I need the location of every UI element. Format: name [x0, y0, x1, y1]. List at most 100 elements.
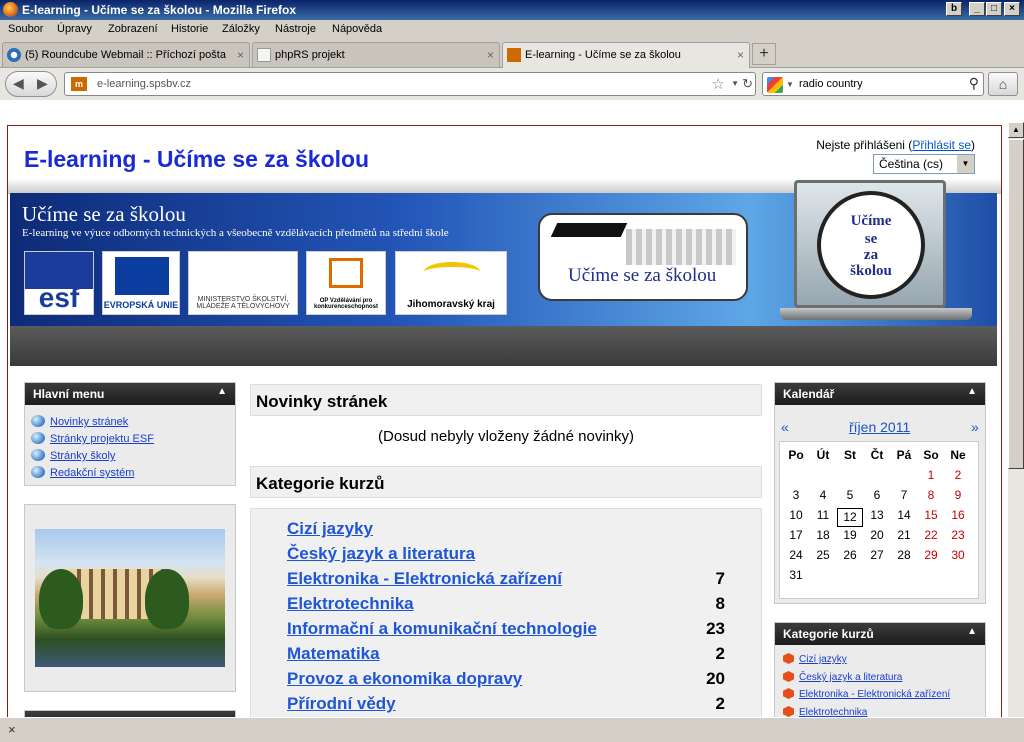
calendar-day[interactable]: 23: [945, 528, 971, 542]
side-category-item[interactable]: Elektronika - Elektronická zařízení: [783, 688, 950, 700]
calendar-day[interactable]: 21: [891, 528, 917, 542]
calendar-day[interactable]: 19: [837, 528, 863, 542]
minimize-button[interactable]: _: [969, 2, 985, 16]
calendar-day[interactable]: 26: [837, 548, 863, 562]
category-link[interactable]: Provoz a ekonomika dopravy: [287, 669, 522, 688]
engine-dropdown-icon[interactable]: ▼: [786, 80, 794, 89]
site-identity-icon[interactable]: m: [71, 77, 87, 91]
language-select[interactable]: Čeština (cs) ▼: [873, 154, 975, 174]
side-category-item[interactable]: Elektrotechnika: [783, 706, 867, 717]
forward-arrow-icon[interactable]: ▶: [37, 75, 48, 92]
close-tab-icon[interactable]: ×: [737, 48, 744, 62]
search-input[interactable]: radio country: [799, 78, 863, 90]
calendar-day[interactable]: 25: [810, 548, 836, 562]
chevron-down-icon[interactable]: ▼: [957, 155, 974, 173]
vertical-scrollbar[interactable]: ▲: [1008, 122, 1024, 717]
category-link[interactable]: Matematika: [287, 644, 380, 663]
close-button[interactable]: ×: [1004, 2, 1020, 16]
reload-icon[interactable]: ↻: [742, 76, 753, 92]
menu-view[interactable]: Zobrazení: [108, 23, 158, 35]
calendar-day[interactable]: 13: [864, 508, 890, 522]
calendar-day[interactable]: 16: [945, 508, 971, 522]
calendar-month-link[interactable]: říjen 2011: [849, 419, 910, 435]
calendar-day[interactable]: 30: [945, 548, 971, 562]
calendar-day[interactable]: 8: [918, 488, 944, 502]
scroll-up-icon[interactable]: ▲: [1008, 122, 1024, 138]
calendar-day[interactable]: 3: [783, 488, 809, 502]
calendar-day[interactable]: 31: [783, 568, 809, 582]
side-category-item[interactable]: Cizí jazyky: [783, 653, 847, 665]
jmk-logo[interactable]: Jihomoravský kraj: [395, 251, 507, 315]
collapse-icon[interactable]: ▲: [967, 626, 977, 637]
new-tab-button[interactable]: +: [752, 43, 776, 65]
calendar-day[interactable]: 2: [945, 468, 971, 482]
calendar-next-link[interactable]: »: [971, 419, 979, 435]
url-bar[interactable]: m e-learning.spsbv.cz ☆ ▼ ↻: [64, 72, 756, 96]
category-link[interactable]: Elektrotechnika: [287, 594, 414, 613]
category-link[interactable]: Přírodní vědy: [287, 694, 396, 713]
url-text[interactable]: e-learning.spsbv.cz: [97, 78, 191, 90]
calendar-day[interactable]: 12: [837, 508, 863, 527]
side-category-label[interactable]: Elektronika - Elektronická zařízení: [799, 689, 950, 700]
menu-item-esf[interactable]: Stránky projektu ESF: [31, 432, 154, 445]
menu-history[interactable]: Historie: [171, 23, 208, 35]
menu-item-label[interactable]: Novinky stránek: [50, 416, 128, 428]
side-category-label[interactable]: Český jazyk a literatura: [799, 672, 902, 683]
side-category-label[interactable]: Elektrotechnika: [799, 707, 867, 717]
calendar-day[interactable]: 17: [783, 528, 809, 542]
maximize-button[interactable]: □: [986, 2, 1002, 16]
category-link[interactable]: Cizí jazyky: [287, 519, 373, 538]
tab-roundcube[interactable]: (5) Roundcube Webmail :: Příchozí pošta …: [2, 42, 250, 67]
menu-bookmarks[interactable]: Záložky: [222, 23, 260, 35]
menu-item-label[interactable]: Stránky školy: [50, 450, 115, 462]
side-category-item[interactable]: Český jazyk a literatura: [783, 671, 902, 683]
url-dropdown-icon[interactable]: ▼: [731, 79, 739, 88]
scroll-thumb[interactable]: [1008, 139, 1024, 469]
menu-edit[interactable]: Úpravy: [57, 23, 92, 35]
collapse-icon[interactable]: ▲: [967, 386, 977, 397]
calendar-day[interactable]: 27: [864, 548, 890, 562]
calendar-prev-link[interactable]: «: [781, 419, 789, 435]
calendar-day[interactable]: 24: [783, 548, 809, 562]
close-findbar-icon[interactable]: ×: [8, 722, 16, 737]
tab-phprs[interactable]: phpRS projekt ×: [252, 42, 500, 67]
tab-elearning[interactable]: E-learning - Učíme se za školou ×: [502, 42, 750, 69]
calendar-day[interactable]: 7: [891, 488, 917, 502]
close-tab-icon[interactable]: ×: [487, 48, 494, 62]
close-tab-icon[interactable]: ×: [237, 48, 244, 62]
search-icon[interactable]: ⚲: [969, 75, 979, 92]
bookmark-star-icon[interactable]: ☆: [712, 75, 725, 93]
menu-tools[interactable]: Nástroje: [275, 23, 316, 35]
login-link[interactable]: Přihlásit se: [912, 138, 971, 152]
menu-item-label[interactable]: Stránky projektu ESF: [50, 433, 154, 445]
side-category-label[interactable]: Cizí jazyky: [799, 654, 847, 665]
calendar-day[interactable]: 10: [783, 508, 809, 522]
calendar-day[interactable]: 5: [837, 488, 863, 502]
calendar-day[interactable]: 20: [864, 528, 890, 542]
menu-item-label[interactable]: Redakční systém: [50, 467, 134, 479]
calendar-day[interactable]: 6: [864, 488, 890, 502]
msmt-logo[interactable]: MINISTERSTVO ŠKOLSTVÍ, MLÁDEŽE A TĚLOVÝC…: [188, 251, 298, 315]
esf-logo[interactable]: esf: [24, 251, 94, 315]
menu-item-school[interactable]: Stránky školy: [31, 449, 115, 462]
calendar-day[interactable]: 11: [810, 508, 836, 522]
calendar-day[interactable]: 14: [891, 508, 917, 522]
calendar-day[interactable]: 9: [945, 488, 971, 502]
search-bar[interactable]: ▼ radio country ⚲: [762, 72, 984, 96]
category-link[interactable]: Informační a komunikační technologie: [287, 619, 597, 638]
calendar-day[interactable]: 22: [918, 528, 944, 542]
google-icon[interactable]: [767, 77, 783, 93]
menu-file[interactable]: Soubor: [8, 23, 43, 35]
menu-item-news[interactable]: Novinky stránek: [31, 415, 128, 428]
menu-help[interactable]: Nápověda: [332, 23, 382, 35]
category-link[interactable]: Elektronika - Elektronická zařízení: [287, 569, 562, 588]
collapse-icon[interactable]: ▲: [217, 386, 227, 397]
calendar-day[interactable]: 1: [918, 468, 944, 482]
op-logo[interactable]: OP Vzdělávání pro konkurenceschopnost: [306, 251, 386, 315]
calendar-day[interactable]: 18: [810, 528, 836, 542]
calendar-day[interactable]: 4: [810, 488, 836, 502]
calendar-day[interactable]: 29: [918, 548, 944, 562]
category-link[interactable]: Český jazyk a literatura: [287, 544, 475, 563]
eu-logo[interactable]: EVROPSKÁ UNIE: [102, 251, 180, 315]
home-button[interactable]: ⌂: [988, 72, 1018, 96]
